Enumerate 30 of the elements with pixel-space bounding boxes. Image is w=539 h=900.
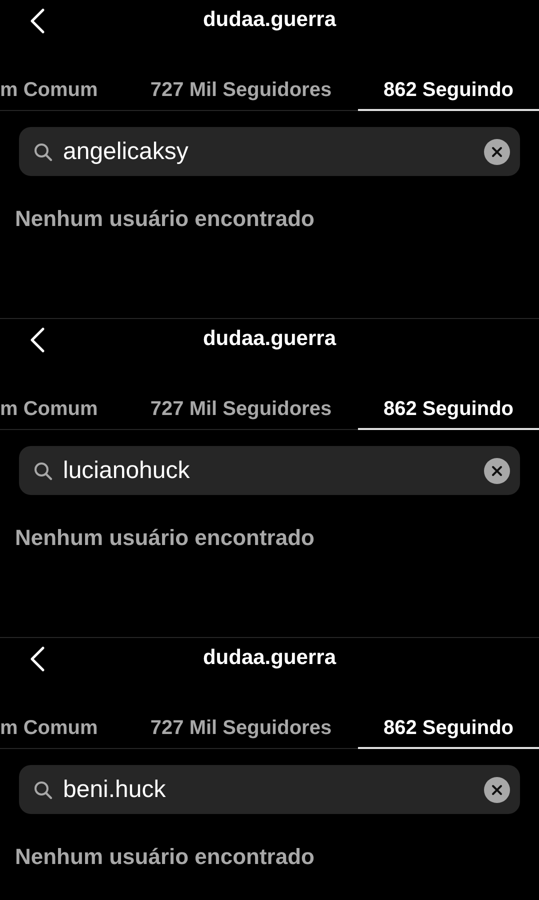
search-bar[interactable]: beni.huck	[19, 765, 520, 814]
tab[interactable]: 727 Mil Seguidores	[124, 359, 358, 430]
tab[interactable]: 727 Mil Seguidores	[124, 40, 358, 111]
tab[interactable]: 727 Mil Seguidores	[124, 678, 358, 749]
tab[interactable]: 862 Seguindo	[358, 40, 539, 111]
clear-button[interactable]	[484, 776, 510, 802]
close-icon	[491, 784, 503, 796]
close-icon	[491, 146, 503, 158]
search-field[interactable]: angelicaksy	[63, 134, 474, 170]
profile-username: dudaa.guerra	[202, 646, 336, 669]
clear-button[interactable]	[484, 138, 510, 164]
tab[interactable]: m Comum	[0, 678, 124, 749]
search-field[interactable]: lucianohuck	[63, 452, 474, 488]
tab[interactable]: 862 Seguindo	[358, 678, 539, 749]
search-icon	[33, 780, 53, 800]
tab[interactable]: m Comum	[0, 359, 124, 430]
profile-username: dudaa.guerra	[202, 8, 336, 31]
tab[interactable]: m Comum	[0, 40, 124, 111]
empty-result-message: Nenhum usuário encontrado	[15, 524, 316, 552]
search-bar[interactable]: lucianohuck	[19, 446, 520, 495]
search-bar[interactable]: angelicaksy	[19, 127, 520, 176]
clear-button[interactable]	[484, 458, 510, 484]
search-icon	[33, 142, 53, 162]
empty-result-message: Nenhum usuário encontrado	[15, 205, 316, 233]
search-field[interactable]: beni.huck	[63, 772, 474, 808]
profile-username: dudaa.guerra	[202, 327, 336, 350]
tab[interactable]: 862 Seguindo	[358, 359, 539, 430]
close-icon	[491, 464, 503, 476]
search-icon	[33, 460, 53, 480]
empty-result-message: Nenhum usuário encontrado	[15, 843, 316, 871]
